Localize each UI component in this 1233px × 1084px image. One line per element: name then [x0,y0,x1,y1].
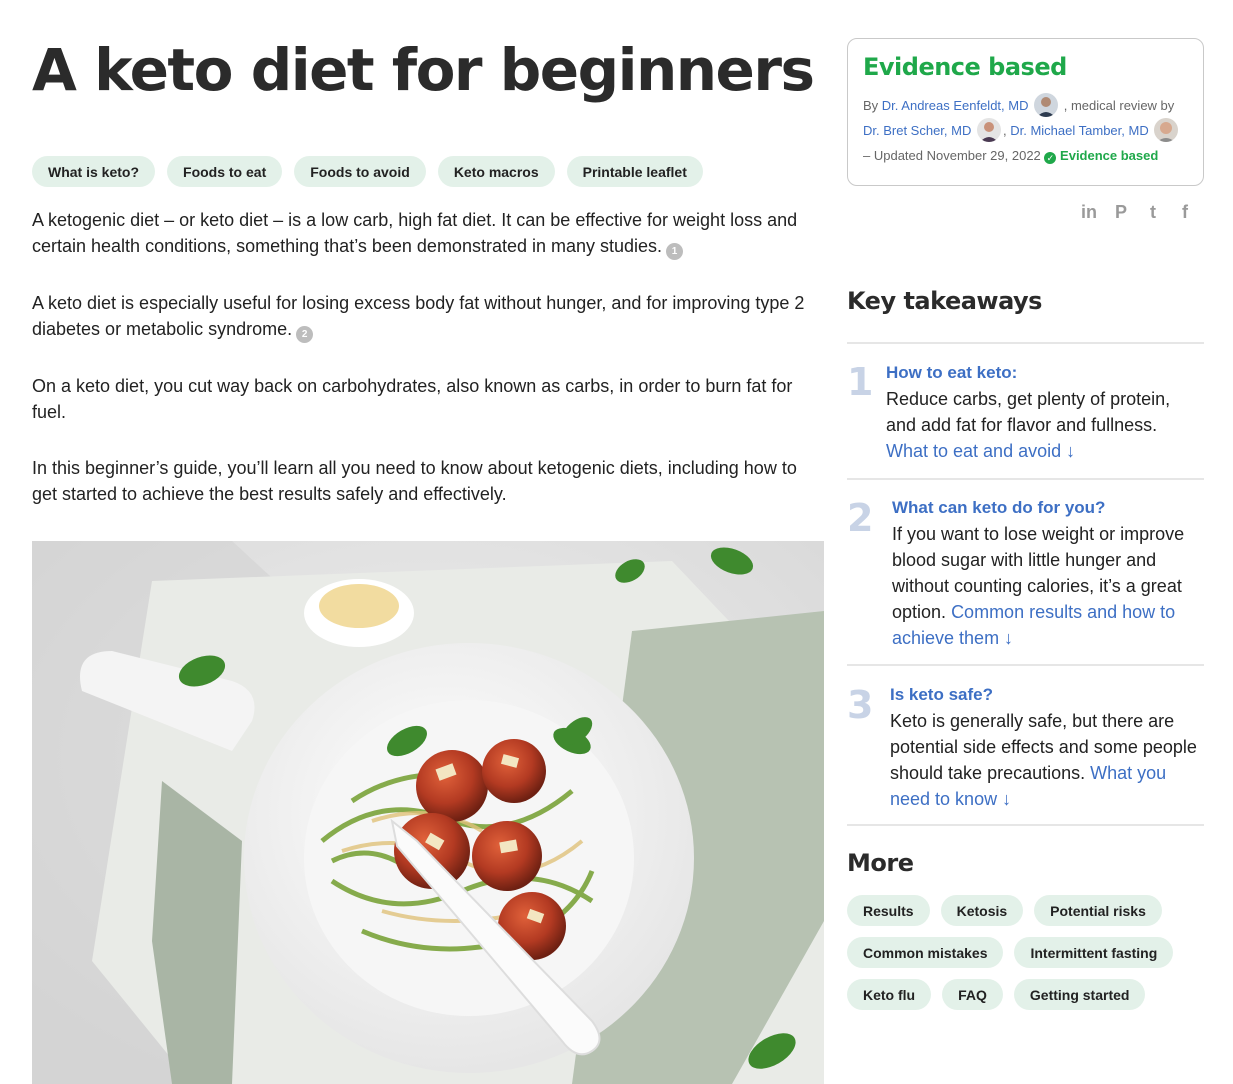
takeaway-number: 2 [847,496,874,540]
reference-badge[interactable]: 2 [296,326,314,343]
pinterest-icon[interactable]: P [1112,202,1130,223]
topic-pill-getting-started[interactable]: Getting started [1013,979,1146,1010]
intro-paragraph: In this beginner’s guide, you’ll learn a… [32,455,824,507]
topic-pill-keto-flu[interactable]: Keto flu [847,979,932,1010]
reviewer-avatar[interactable] [977,118,1001,142]
intro-paragraph: A ketogenic diet – or keto diet – is a l… [32,207,824,260]
reviewer-link[interactable]: Dr. Bret Scher, MD [863,123,971,138]
topic-pill-results[interactable]: Results [847,895,930,926]
updated-date: – Updated November 29, 2022 [863,148,1041,163]
topic-pill-intermittent-fasting[interactable]: Intermittent fasting [1014,937,1174,968]
facebook-icon[interactable]: f [1176,202,1194,223]
divider [847,824,1204,826]
keto-meal-illustration [32,541,824,1084]
check-circle-icon: ✓ [1044,152,1057,164]
takeaway-content: How to eat keto: Reduce carbs, get plent… [886,360,1204,464]
byline-review: , medical review by [1063,98,1175,113]
author-link[interactable]: Dr. Andreas Eenfeldt, MD [882,98,1029,113]
nav-pill-keto-macros[interactable]: Keto macros [437,156,555,187]
takeaway-item: 3 Is keto safe? Keto is generally safe, … [847,664,1204,824]
byline: By Dr. Andreas Eenfeldt, MD , medical re… [863,93,1188,168]
page-title: A keto diet for beginners [32,36,815,104]
intro-text: A ketogenic diet – or keto diet – is a l… [32,207,824,537]
social-share: in P t f [1080,202,1194,223]
takeaway-number: 3 [847,683,874,727]
nav-pill-foods-to-avoid[interactable]: Foods to avoid [294,156,426,187]
takeaway-content: Is keto safe? Keto is generally safe, bu… [890,682,1204,812]
topic-pill-potential-risks[interactable]: Potential risks [1034,895,1162,926]
more-topics: Results Ketosis Potential risks Common m… [847,895,1204,1010]
intro-paragraph: A keto diet is especially useful for los… [32,290,824,343]
takeaway-text: Reduce carbs, get plenty of protein, and… [886,389,1171,435]
intro-paragraph-text: In this beginner’s guide, you’ll learn a… [32,458,797,504]
topic-pill-ketosis[interactable]: Ketosis [940,895,1024,926]
takeaway-content: What can keto do for you? If you want to… [892,495,1204,651]
reviewer-link[interactable]: Dr. Michael Tamber, MD [1010,123,1148,138]
takeaway-item: 2 What can keto do for you? If you want … [847,478,1204,665]
byline-by: By [863,98,879,113]
takeaway-item: 1 How to eat keto: Reduce carbs, get ple… [847,342,1204,478]
intro-paragraph-text: On a keto diet, you cut way back on carb… [32,376,793,422]
key-takeaways-heading: Key takeaways [847,287,1042,315]
takeaway-heading: Is keto safe? [890,685,993,704]
takeaway-number: 1 [847,360,874,404]
topic-pill-faq[interactable]: FAQ [942,979,1003,1010]
takeaway-heading: What can keto do for you? [892,498,1106,517]
reviewer-avatar[interactable] [1154,118,1179,142]
intro-paragraph-text: A keto diet is especially useful for los… [32,293,805,339]
more-heading: More [847,849,914,877]
linkedin-icon[interactable]: in [1080,202,1098,223]
evidence-badge: Evidence based [1060,148,1159,163]
nav-pill-what-is-keto[interactable]: What is keto? [32,156,156,187]
nav-pill-foods-to-eat[interactable]: Foods to eat [167,156,283,187]
takeaway-heading: How to eat keto: [886,363,1018,382]
author-avatar[interactable] [1034,93,1059,117]
intro-paragraph: On a keto diet, you cut way back on carb… [32,373,824,425]
hero-image [32,541,824,1084]
evidence-card: Evidence based By Dr. Andreas Eenfeldt, … [847,38,1204,186]
nav-pill-printable-leaflet[interactable]: Printable leaflet [566,156,703,187]
topic-pill-common-mistakes[interactable]: Common mistakes [847,937,1004,968]
evidence-heading: Evidence based [863,53,1067,81]
section-nav: What is keto? Foods to eat Foods to avoi… [32,156,703,187]
takeaway-link[interactable]: What to eat and avoid ↓ [886,441,1075,461]
reference-badge[interactable]: 1 [666,243,684,260]
twitter-icon[interactable]: t [1144,202,1162,223]
